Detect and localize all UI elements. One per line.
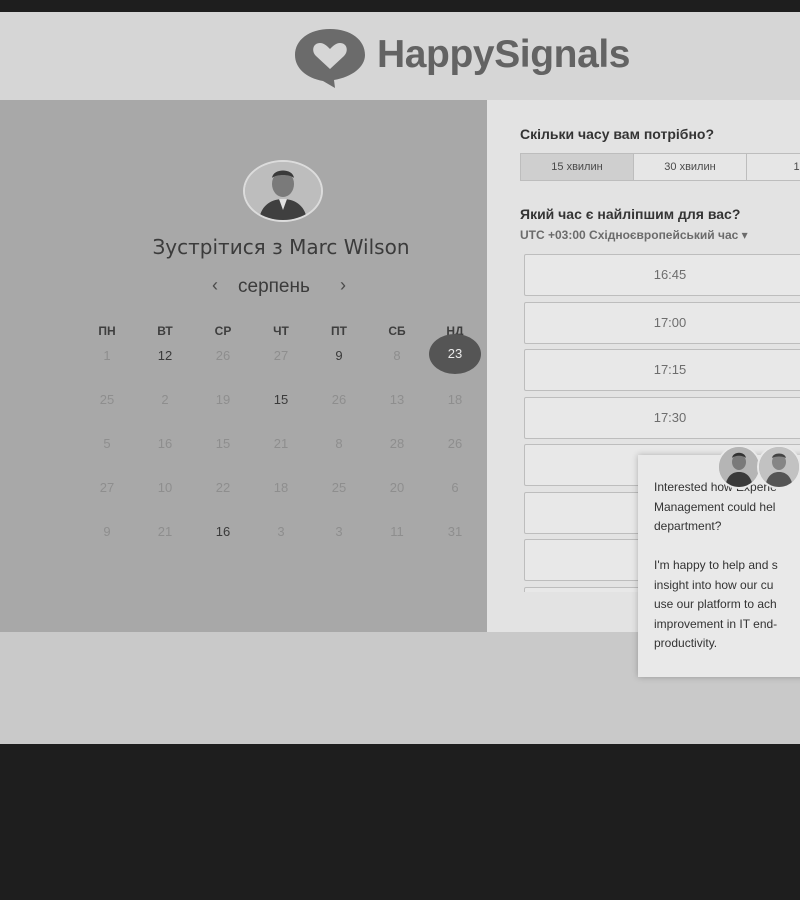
calendar-panel: Зустрітися з Marc Wilson ‹ серпень › ПН … (0, 100, 487, 632)
calendar-day: 16 (157, 436, 173, 451)
weekday-label: ПТ (331, 324, 347, 338)
calendar-day: 27 (273, 348, 289, 363)
calendar-grid: ПН ВТ СР ЧТ ПТ СБ НД 1 12 26 27 9 8 23 25 2 19 15 2… (78, 324, 484, 568)
calendar-day: 22 (215, 480, 231, 495)
time-slot-button[interactable]: 17:30 (524, 396, 800, 439)
weekday-label: ПН (98, 324, 116, 338)
calendar-day: 25 (99, 392, 115, 407)
meeting-title: Зустрітися з Marc Wilson (152, 235, 410, 259)
header: HappySignals (0, 12, 800, 100)
calendar-day: 10 (157, 480, 173, 495)
calendar-day: 26 (447, 436, 463, 451)
calendar-day: 1 (103, 348, 111, 363)
duration-option-15[interactable]: 15 хвилин (521, 154, 634, 180)
calendar-day: 21 (157, 524, 173, 539)
calendar-week-row: 9 21 16 3 3 11 31 (78, 524, 484, 568)
calendar-day: 31 (447, 524, 463, 539)
chevron-left-icon[interactable]: ‹ (212, 275, 218, 296)
calendar-day: 26 (331, 392, 347, 407)
time-slot-button[interactable]: 17:15 (524, 349, 800, 391)
calendar-day: 15 (215, 436, 231, 451)
calendar-day-available[interactable]: 15 (252, 392, 310, 407)
duration-options: 15 хвилин 30 хвилин 1 го (520, 153, 800, 181)
calendar-day: 3 (277, 524, 285, 539)
duration-option-60[interactable]: 1 го (747, 154, 800, 180)
calendar-week-row: 5 16 15 21 8 28 26 (78, 436, 484, 480)
calendar-day: 6 (451, 480, 459, 495)
speech-heart-icon (295, 29, 365, 88)
weekday-label: ЧТ (273, 324, 289, 338)
calendar-day-available[interactable]: 16 (194, 524, 252, 539)
calendar-week-row: 27 10 22 18 25 20 6 (78, 480, 484, 524)
time-slot-button[interactable]: 16:45 (524, 254, 800, 296)
logo-text: HappySignals (377, 33, 631, 76)
time-question: Який час є найліпшим для вас? (520, 206, 741, 222)
host-avatar (243, 160, 323, 222)
duration-question: Скільки часу вам потрібно? (520, 126, 715, 142)
calendar-day: 18 (273, 480, 289, 495)
weekday-label: ВТ (157, 324, 173, 338)
booking-page: HappySignals Зустрітися з Marc Wilson ‹ … (0, 12, 800, 744)
timezone-selector[interactable]: UTC +03:00 Східноєвропейський час ▾ (520, 228, 748, 242)
calendar-day: 20 (389, 480, 405, 495)
calendar-day: 8 (335, 436, 343, 451)
happysignals-logo[interactable]: HappySignals (291, 25, 691, 89)
calendar-day: 3 (335, 524, 343, 539)
month-navigation: ‹ серпень › (200, 275, 364, 299)
calendar-day: 25 (331, 480, 347, 495)
calendar-day-selected[interactable]: 23 (429, 334, 481, 374)
chat-agent-avatar[interactable] (757, 445, 800, 489)
calendar-week-row: 25 2 19 15 26 13 18 (78, 392, 484, 436)
calendar-day-available[interactable]: 12 (136, 348, 194, 363)
time-slot-button[interactable]: 17:00 (524, 301, 800, 344)
calendar-day: 11 (390, 524, 404, 539)
calendar-day: 5 (103, 436, 111, 451)
weekday-label: СР (214, 324, 232, 338)
calendar-day: 26 (215, 348, 231, 363)
duration-option-30[interactable]: 30 хвилин (634, 154, 747, 180)
weekday-header-row: ПН ВТ СР ЧТ ПТ СБ НД (78, 324, 484, 348)
calendar-day: 9 (103, 524, 111, 539)
calendar-day: 27 (99, 480, 115, 495)
calendar-day-available[interactable]: 9 (310, 348, 368, 363)
calendar-day: 19 (215, 392, 231, 407)
calendar-day: 8 (393, 348, 401, 363)
calendar-day: 2 (161, 392, 169, 407)
weekday-label: СБ (388, 324, 406, 338)
calendar-days: 1 12 26 27 9 8 23 25 2 19 15 26 13 18 5 16 15 21 8 28 26 27 10… (78, 334, 484, 568)
chat-agent-avatar[interactable] (717, 445, 761, 489)
chat-message: Interested how Experie Management could … (654, 480, 778, 650)
calendar-day: 21 (273, 436, 289, 451)
calendar-day: 28 (389, 436, 405, 451)
calendar-week-row: 1 12 26 27 9 8 23 (78, 334, 484, 392)
month-label: серпень (238, 276, 310, 297)
calendar-day: 18 (447, 392, 463, 407)
calendar-day: 13 (389, 392, 405, 407)
chevron-right-icon[interactable]: › (340, 275, 346, 296)
